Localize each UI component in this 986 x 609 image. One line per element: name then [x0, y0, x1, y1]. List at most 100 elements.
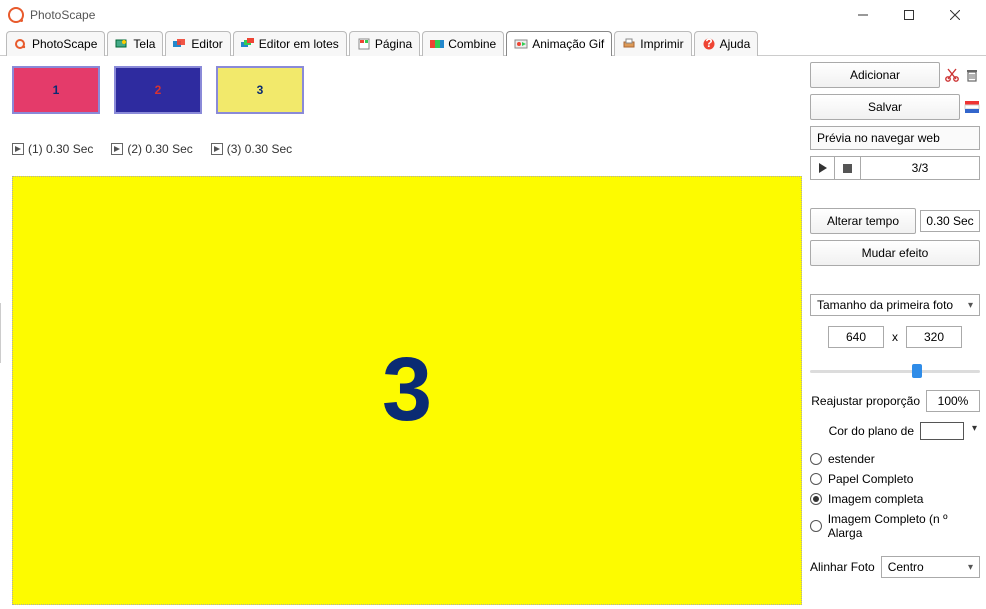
tab-label: Combine: [448, 37, 496, 51]
time-value: 0.30 Sec: [920, 210, 980, 232]
tab-batch-editor[interactable]: Editor em lotes: [233, 31, 347, 56]
playback-bar: 3/3: [810, 156, 980, 180]
workspace: 1 2 3 (1) 0.30 Sec (2) 0.30 Sec (3) 0.30…: [0, 56, 986, 609]
radio-icon: [810, 493, 822, 505]
resize-handle[interactable]: [393, 602, 413, 609]
width-field[interactable]: 640: [828, 326, 884, 348]
stop-button[interactable]: [835, 157, 861, 179]
radio-label: estender: [828, 452, 875, 466]
window-title: PhotoScape: [30, 8, 95, 22]
preview-web-button[interactable]: Prévia no navegar web: [810, 126, 980, 150]
radio-label: Imagem completa: [828, 492, 923, 506]
radio-icon: [810, 453, 822, 465]
frame-thumbnail-1[interactable]: 1: [12, 66, 100, 114]
button-label: Mudar efeito: [862, 246, 929, 260]
frame-thumbnail-3[interactable]: 3: [216, 66, 304, 114]
select-value: Centro: [888, 560, 924, 574]
slider-track-line: [810, 370, 980, 373]
play-icon: [111, 143, 123, 155]
tab-screen[interactable]: Tela: [107, 31, 163, 56]
radio-label: Papel Completo: [828, 472, 913, 486]
palette-icon[interactable]: [964, 99, 980, 115]
timing-label: (2) 0.30 Sec: [127, 142, 192, 156]
button-label: Alterar tempo: [827, 214, 899, 228]
resize-label: Reajustar proporção: [811, 394, 920, 408]
timing-label: (3) 0.30 Sec: [227, 142, 292, 156]
add-button[interactable]: Adicionar: [810, 62, 940, 88]
frame-timing-3[interactable]: (3) 0.30 Sec: [211, 142, 292, 156]
play-icon: [12, 143, 24, 155]
tab-label: PhotoScape: [32, 37, 97, 51]
fit-mode-radios: estender Papel Completo Imagem completa …: [810, 452, 980, 540]
tab-label: Ajuda: [720, 37, 751, 51]
frame-timing-2[interactable]: (2) 0.30 Sec: [111, 142, 192, 156]
tab-photoscape[interactable]: PhotoScape: [6, 31, 105, 56]
page-icon: [357, 38, 371, 50]
frame-timings: (1) 0.30 Sec (2) 0.30 Sec (3) 0.30 Sec: [12, 142, 802, 156]
play-icon: [211, 143, 223, 155]
field-value: 320: [924, 330, 944, 344]
svg-text:?: ?: [705, 38, 712, 50]
tab-combine[interactable]: Combine: [422, 31, 504, 56]
change-effect-button[interactable]: Mudar efeito: [810, 240, 980, 266]
batch-icon: [241, 38, 255, 50]
screen-icon: [115, 38, 129, 50]
timing-label: (1) 0.30 Sec: [28, 142, 93, 156]
align-select[interactable]: Centro: [881, 556, 980, 578]
select-value: Tamanho da primeira foto: [817, 298, 953, 312]
button-label: Adicionar: [850, 68, 900, 82]
combine-icon: [430, 38, 444, 50]
tab-help[interactable]: ? Ajuda: [694, 31, 759, 56]
tab-page[interactable]: Página: [349, 31, 420, 56]
tab-label: Tela: [133, 37, 155, 51]
play-button[interactable]: [811, 157, 835, 179]
radio-extend[interactable]: estender: [810, 452, 980, 466]
dimension-separator: x: [888, 330, 902, 344]
tab-label: Animação Gif: [532, 37, 604, 51]
height-field[interactable]: 320: [906, 326, 962, 348]
radio-icon: [810, 520, 822, 532]
frame-number: 3: [257, 83, 264, 97]
radio-full-paper[interactable]: Papel Completo: [810, 472, 980, 486]
tab-editor[interactable]: Editor: [165, 31, 230, 56]
field-value: 640: [846, 330, 866, 344]
radio-full-image[interactable]: Imagem completa: [810, 492, 980, 506]
frame-counter: 3/3: [861, 157, 979, 179]
print-icon: [622, 38, 636, 50]
frame-timing-1[interactable]: (1) 0.30 Sec: [12, 142, 93, 156]
radio-full-image-no-enlarge[interactable]: Imagem Completo (n º Alarga: [810, 512, 980, 540]
panel-collapse-handle[interactable]: [0, 303, 1, 363]
tab-label: Editor: [191, 37, 222, 51]
cut-icon[interactable]: [944, 67, 960, 83]
frame-thumbnail-2[interactable]: 2: [114, 66, 202, 114]
minimize-button[interactable]: [840, 0, 886, 30]
frame-thumbnails: 1 2 3: [12, 66, 802, 114]
radio-label: Imagem Completo (n º Alarga: [828, 512, 980, 540]
change-time-button[interactable]: Alterar tempo: [810, 208, 916, 234]
animation-icon: [514, 38, 528, 50]
delete-icon[interactable]: [964, 67, 980, 83]
preview-frame-content: 3: [382, 339, 432, 442]
size-slider[interactable]: [810, 362, 980, 378]
field-value: 100%: [938, 394, 969, 408]
slider-thumb[interactable]: [912, 364, 922, 378]
main-tabbar: PhotoScape Tela Editor Editor em lotes P…: [0, 30, 986, 56]
tab-animated-gif[interactable]: Animação Gif: [506, 31, 612, 56]
bgcolor-label: Cor do plano de: [829, 424, 914, 438]
tab-print[interactable]: Imprimir: [614, 31, 691, 56]
photoscape-icon: [14, 38, 28, 50]
size-mode-select[interactable]: Tamanho da primeira foto: [810, 294, 980, 316]
maximize-button[interactable]: [886, 0, 932, 30]
close-button[interactable]: [932, 0, 978, 30]
button-label: Prévia no navegar web: [817, 131, 940, 145]
preview-canvas[interactable]: 3: [12, 176, 802, 605]
resize-percent-field[interactable]: 100%: [926, 390, 980, 412]
bgcolor-picker[interactable]: [920, 422, 964, 440]
save-button[interactable]: Salvar: [810, 94, 960, 120]
align-label: Alinhar Foto: [810, 560, 875, 574]
frame-number: 1: [53, 83, 60, 97]
tab-label: Imprimir: [640, 37, 683, 51]
help-icon: ?: [702, 38, 716, 50]
radio-icon: [810, 473, 822, 485]
app-icon: [8, 7, 24, 23]
